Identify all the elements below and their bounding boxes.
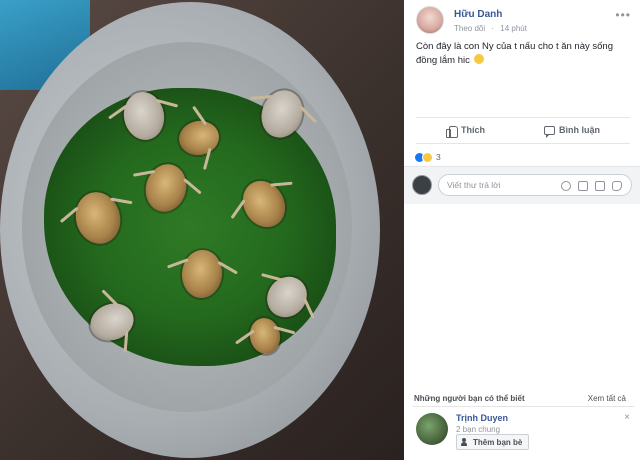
current-user-avatar (412, 175, 432, 195)
meta-separator: · (491, 24, 495, 33)
haha-reaction-icon (422, 151, 433, 163)
mutual-friends[interactable]: 2 bạn chung (456, 425, 500, 434)
emoji-icon[interactable] (561, 181, 571, 191)
reaction-summary[interactable]: 3 (414, 150, 441, 164)
post-meta: Theo dõi · 14 phút (454, 24, 527, 33)
follow-link[interactable]: Theo dõi (454, 24, 485, 33)
suggestions-title: Những người bạn có thể biết (414, 394, 525, 403)
reply-placeholder: Viết thư trả lời (447, 180, 501, 190)
post-caption-text: Còn đây là con Ny của t nấu cho t ăn này… (416, 41, 613, 66)
author-name[interactable]: Hữu Danh (454, 9, 502, 20)
more-dots-icon[interactable]: ••• (615, 8, 631, 22)
facebook-photo-viewer: Hữu Danh Theo dõi · 14 phút ••• Còn đây … (0, 0, 640, 460)
reaction-count: 3 (436, 152, 441, 162)
sad-face-emoji-icon (473, 54, 484, 64)
divider (416, 143, 630, 144)
like-label: Thích (461, 125, 485, 135)
add-friend-label: Thêm bạn bè (473, 437, 523, 447)
post-header: Hữu Danh Theo dõi · 14 phút ••• (416, 6, 631, 40)
reply-box: Viết thư trả lời (404, 166, 640, 204)
sticker-icon[interactable] (612, 181, 622, 191)
post-time[interactable]: 14 phút (500, 24, 527, 33)
comment-bubble-icon (544, 125, 555, 138)
divider (416, 117, 630, 118)
camera-icon[interactable] (578, 181, 588, 191)
thumbs-up-icon (446, 125, 458, 138)
like-button[interactable]: Thích (446, 122, 485, 138)
add-friend-icon (461, 438, 470, 446)
comment-label: Bình luận (559, 125, 600, 135)
close-icon[interactable]: × (624, 412, 630, 423)
friend-suggestion-card: Trịnh Duyen 2 bạn chung Thêm bạn bè × (412, 406, 634, 456)
gif-icon[interactable] (595, 181, 605, 191)
author-avatar[interactable] (416, 6, 444, 34)
add-friend-button[interactable]: Thêm bạn bè (456, 434, 530, 450)
post-side-panel: Hữu Danh Theo dõi · 14 phút ••• Còn đây … (404, 0, 640, 460)
reply-input[interactable]: Viết thư trả lời (438, 174, 632, 196)
comment-button[interactable]: Bình luận (544, 122, 600, 138)
friend-avatar[interactable] (416, 413, 448, 445)
post-photo[interactable] (0, 0, 404, 460)
post-caption: Còn đây là con Ny của t nấu cho t ăn này… (416, 40, 632, 68)
see-all-link[interactable]: Xem tất cả (588, 394, 626, 403)
friend-name[interactable]: Trịnh Duyen (456, 413, 508, 423)
